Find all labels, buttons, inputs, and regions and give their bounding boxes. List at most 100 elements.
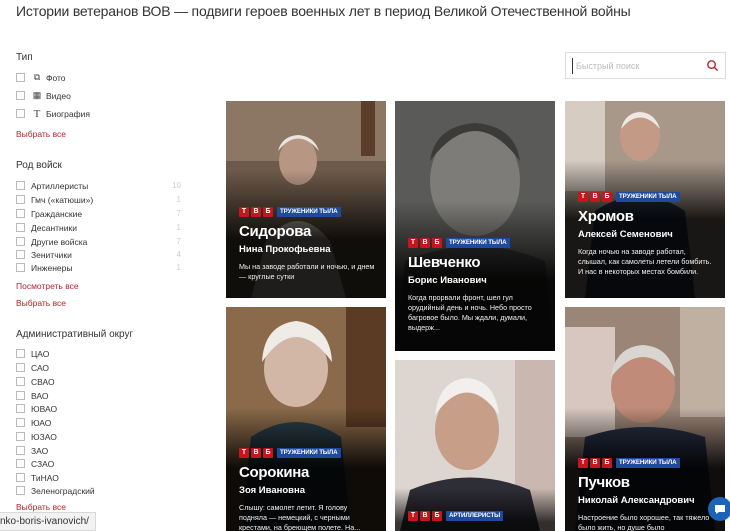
filter-district-item[interactable]: Зеленоградский: [16, 484, 181, 497]
checkbox[interactable]: [16, 446, 25, 455]
filter-label: ТиНАО: [31, 472, 59, 483]
filter-district-item[interactable]: ЮВАО: [16, 402, 181, 415]
checkbox[interactable]: [16, 432, 25, 441]
filter-label: САО: [31, 362, 50, 373]
filter-district-item[interactable]: ЗАО: [16, 444, 181, 457]
checkbox[interactable]: [16, 263, 25, 272]
category-tag: ТРУЖЕНИКИ ТЫЛА: [277, 206, 341, 217]
veteran-card[interactable]: Т В Б ТРУЖЕНИКИ ТЫЛА Пучков Николай Алексан…: [565, 307, 725, 531]
type-select-all-link[interactable]: Выбрать все: [16, 129, 66, 139]
badge-row: Т В Б ТРУЖЕНИКИ ТЫЛА: [578, 457, 715, 468]
filter-troops-item[interactable]: Гражданские 7: [16, 207, 181, 220]
badge-row: Т В Б ТРУЖЕНИКИ ТЫЛА: [578, 191, 715, 202]
card-overlay: Т В Б ТРУЖЕНИКИ ТЫЛА Хромов Алексей Семенов…: [565, 191, 725, 277]
text-icon: T: [33, 107, 41, 120]
filter-district-item[interactable]: САО: [16, 361, 181, 374]
filter-label: ЦАО: [31, 348, 50, 359]
filter-troops-item[interactable]: Десантники 1: [16, 221, 181, 234]
badge-row: Т В Б ТРУЖЕНИКИ ТЫЛА: [239, 206, 376, 217]
veteran-quote: Когда ночью на заводе работал, слышал, к…: [578, 247, 712, 276]
filter-label: Десантники: [31, 222, 77, 233]
filter-district-item[interactable]: ЦАО: [16, 347, 181, 360]
veteran-card[interactable]: Т В Б ТРУЖЕНИКИ ТЫЛА Хромов Алексей Семенов…: [565, 101, 725, 298]
text-badge-icon: Т: [578, 457, 588, 468]
checkbox[interactable]: [16, 404, 25, 413]
filter-label: ЗАО: [31, 445, 49, 456]
filter-label: Инженеры: [31, 262, 73, 273]
checkbox[interactable]: [16, 209, 25, 218]
card-overlay: Т В Б ТРУЖЕНИКИ ТЫЛА Сорокина Зоя Ивановна …: [226, 447, 386, 531]
troops-see-all-link[interactable]: Посмотреть все: [16, 281, 79, 291]
veteran-card[interactable]: Т В Б ТРУЖЕНИКИ ТЫЛА Сорокина Зоя Ивановна …: [226, 307, 386, 531]
veteran-surname: Пучков: [578, 474, 630, 491]
page: Истории ветеранов ВОВ — подвиги героев в…: [0, 0, 730, 531]
checkbox[interactable]: [16, 195, 25, 204]
filter-troops-item[interactable]: Другие войска 7: [16, 235, 181, 248]
text-badge-icon: Т: [408, 237, 418, 248]
filter-label: Гмч («катюши»): [31, 194, 94, 205]
checkbox[interactable]: [16, 250, 25, 259]
veteran-surname: Шевченко: [408, 254, 481, 271]
video-badge-icon: В: [251, 447, 261, 458]
veteran-card[interactable]: Т В Б ТРУЖЕНИКИ ТЫЛА Сидорова Нина Прокофье…: [226, 101, 386, 298]
filter-type-video[interactable]: ▦ Видео: [16, 89, 181, 102]
filter-type-photo[interactable]: ⧉ Фото: [16, 71, 181, 84]
filter-district-item[interactable]: ЮЗАО: [16, 430, 181, 443]
video-icon: ▦: [32, 90, 42, 100]
search-box[interactable]: [565, 52, 726, 79]
checkbox[interactable]: [16, 486, 25, 495]
checkbox[interactable]: [16, 459, 25, 468]
filter-district-item[interactable]: СВАО: [16, 375, 181, 388]
filter-troops-item[interactable]: Гмч («катюши») 1: [16, 193, 181, 206]
card-overlay: Т В Б АРТИЛЛЕРИСТЫ: [395, 510, 555, 527]
filter-label: ВАО: [31, 390, 49, 401]
video-badge-icon: В: [420, 510, 430, 521]
filter-type-bio[interactable]: T Биография: [16, 107, 181, 120]
checkbox[interactable]: [16, 223, 25, 232]
checkbox[interactable]: [16, 349, 25, 358]
filter-type-heading: Тип: [16, 52, 33, 63]
veteran-card[interactable]: Т В Б АРТИЛЛЕРИСТЫ: [395, 360, 555, 531]
video-badge-icon: В: [251, 206, 261, 217]
bio-badge-icon: Б: [602, 191, 612, 202]
filter-count: 4: [176, 250, 181, 259]
filter-label: Другие войска: [31, 236, 88, 247]
checkbox[interactable]: [16, 237, 25, 246]
filter-count: 1: [176, 223, 181, 232]
district-select-all-link[interactable]: Выбрать все: [16, 502, 66, 512]
filter-troops-item[interactable]: Зенитчики 4: [16, 248, 181, 261]
checkbox[interactable]: [16, 363, 25, 372]
veteran-card[interactable]: Т В Б ТРУЖЕНИКИ ТЫЛА Шевченко Борис Иванови…: [395, 101, 555, 351]
photo-icon: ⧉: [33, 72, 41, 82]
checkbox[interactable]: [16, 473, 25, 482]
filter-district-item[interactable]: СЗАО: [16, 457, 181, 470]
bio-badge-icon: Б: [263, 447, 273, 458]
card-overlay: Т В Б ТРУЖЕНИКИ ТЫЛА Сидорова Нина Прокофье…: [226, 206, 386, 282]
search-icon[interactable]: [706, 59, 719, 72]
checkbox[interactable]: [16, 391, 25, 400]
filter-district-item[interactable]: ТиНАО: [16, 471, 181, 484]
checkbox[interactable]: [16, 91, 25, 100]
search-input[interactable]: [572, 58, 702, 74]
filter-count: 1: [176, 195, 181, 204]
filter-district-item[interactable]: ЮАО: [16, 416, 181, 429]
text-badge-icon: Т: [578, 191, 588, 202]
troops-select-all-link[interactable]: Выбрать все: [16, 298, 66, 308]
checkbox[interactable]: [16, 377, 25, 386]
filter-troops-item[interactable]: Инженеры 1: [16, 261, 181, 274]
filter-district-heading: Административный округ: [16, 329, 134, 340]
veteran-quote: Настроение было хорошее, так тяжело было…: [578, 513, 710, 531]
veteran-name: Борис Иванович: [408, 275, 487, 286]
filter-district-item[interactable]: ВАО: [16, 389, 181, 402]
bio-badge-icon: Б: [602, 457, 612, 468]
checkbox[interactable]: [16, 181, 25, 190]
badge-row: Т В Б ТРУЖЕНИКИ ТЫЛА: [239, 447, 376, 458]
checkbox[interactable]: [16, 73, 25, 82]
filter-count: 10: [172, 181, 181, 190]
filter-count: 7: [176, 237, 181, 246]
chat-button[interactable]: [708, 497, 730, 521]
filter-troops-item[interactable]: Артиллеристы 10: [16, 179, 181, 192]
checkbox[interactable]: [16, 418, 25, 427]
checkbox[interactable]: [16, 109, 25, 118]
filter-label: СВАО: [31, 376, 55, 387]
